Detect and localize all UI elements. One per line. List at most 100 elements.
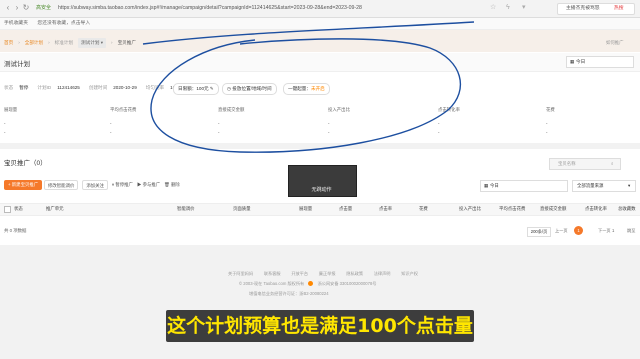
refresh-icon[interactable]: ↻ — [22, 4, 30, 12]
delete-button[interactable]: 🗑 删除 — [164, 180, 180, 190]
col-gmv[interactable]: 直接成交金额 — [540, 206, 566, 212]
col-clicks[interactable]: 点击量 — [339, 206, 352, 212]
play-icon: ▶ — [136, 182, 142, 187]
traffic-source-select[interactable]: 全部流量来源 ▾ — [572, 180, 636, 192]
oneclick-status: 未开启 — [310, 86, 325, 91]
icp-text[interactable]: 浙公网安备 33010002000078号 — [318, 281, 377, 286]
secure-badge: 高安全 — [36, 5, 52, 11]
breadcrumb-standard[interactable]: 标准计划 — [55, 38, 73, 48]
page-button[interactable]: 1 — [574, 226, 583, 235]
metric-label: 展现量 — [4, 107, 18, 112]
section-title: 宝贝推广（0） — [4, 160, 47, 167]
footer-link[interactable]: 开放平台 — [291, 271, 308, 277]
chevron-down-icon: ▾ — [628, 183, 631, 188]
browser-search[interactable]: 主播杰克被骂怒 热搜 — [557, 3, 635, 15]
batch-toolbar: 修改智能调价 添加关注 ⏸ 暂停推广 ▶ 参与推广 🗑 删除 — [44, 180, 180, 190]
page-size-select[interactable]: 200条/页 — [527, 227, 551, 237]
metric-roi: 投入产出比 - - — [328, 107, 350, 135]
created-value: 2020-10-29 — [113, 85, 137, 90]
smart-bid-button[interactable]: 修改智能调价 — [44, 180, 79, 190]
plan-header — [0, 53, 640, 72]
favorites-note[interactable]: 您还没有收藏，点击导入 — [37, 21, 90, 26]
col-cvr[interactable]: 点击转化率 — [585, 206, 607, 212]
location-label: 投放位置/地域/时间 — [232, 86, 272, 91]
col-favorites[interactable]: 总收藏数 — [618, 206, 636, 212]
plan-switcher[interactable]: 测试计划 ▾ — [78, 38, 107, 48]
date-range-select[interactable]: ▦ 今日 — [566, 56, 634, 68]
metric-label: 直接成交金额 — [218, 107, 245, 112]
calendar-icon: ▦ — [484, 183, 489, 188]
col-impressions[interactable]: 展现量 — [299, 206, 312, 212]
item-search-input[interactable]: 宝贝名称 ⌕ — [549, 158, 621, 170]
col-cost[interactable]: 花费 — [419, 206, 428, 212]
metric-value: - — [4, 121, 6, 126]
footer-link[interactable]: 法律声明 — [374, 271, 391, 277]
footer-link[interactable]: 隐私政策 — [346, 271, 363, 277]
select-all-checkbox[interactable] — [4, 206, 11, 213]
location-button[interactable]: ◷ 投放位置/地域/时间 — [222, 83, 277, 95]
favorites-bar: 手机收藏夹 您还没有收藏，点击导入 — [0, 18, 640, 30]
section-divider — [0, 143, 640, 149]
traffic-source-value: 全部流量来源 — [577, 183, 604, 188]
goto-page-input[interactable]: 1 — [612, 228, 614, 233]
next-page-button[interactable]: 下一页 — [598, 228, 611, 234]
lightning-icon[interactable]: ϟ — [506, 3, 510, 13]
metric-value: - — [110, 121, 112, 126]
metric-value: - — [438, 121, 440, 126]
col-avg-cpc[interactable]: 平均点击花费 — [499, 206, 525, 212]
col-roi[interactable]: 投入产出比 — [459, 206, 481, 212]
page-title: 测试计划 — [4, 61, 30, 68]
address-bar[interactable]: https://subway.simba.taobao.com/index.js… — [58, 3, 478, 13]
budget-label: 日限额：100元 — [178, 86, 209, 91]
add-item-button[interactable]: + 新建宝贝推广 — [4, 180, 43, 190]
metric-value: - — [546, 121, 548, 126]
delete-label: 删除 — [170, 182, 180, 187]
metric-sub: - — [546, 130, 548, 135]
col-ctr[interactable]: 点击率 — [379, 206, 392, 212]
metric-value: - — [328, 121, 330, 126]
copyright-text: © 2003-现在 Taobao.com 版权所有 — [239, 281, 305, 286]
status-value[interactable]: 暂停 — [19, 83, 28, 93]
table-date-select[interactable]: ▦ 今日 — [480, 180, 568, 192]
resume-button[interactable]: ▶ 参与推广 — [137, 180, 160, 190]
trash-icon: 🗑 — [164, 182, 170, 187]
pause-icon: ⏸ — [111, 182, 115, 187]
goto-page-label: 跳至 — [627, 228, 636, 233]
budget-button[interactable]: 日限额：100元 ✎ — [173, 83, 219, 95]
metric-sub: - — [110, 130, 112, 135]
footer-copyright: © 2003-现在 Taobao.com 版权所有 浙公网安备 33010002… — [239, 281, 376, 287]
footer-license[interactable]: 增值电信业务经营许可证：浙B2-20080224 — [249, 291, 329, 297]
prev-page-button[interactable]: 上一页 — [555, 228, 568, 234]
footer-link[interactable]: 廉正举报 — [319, 271, 336, 277]
breadcrumb-home[interactable]: 首页 — [4, 38, 13, 48]
edit-icon: ✎ — [209, 86, 214, 91]
footer-link[interactable]: 关于阿里妈妈 — [228, 271, 253, 277]
plan-switcher-label: 测试计划 — [81, 40, 100, 45]
footer-link[interactable]: 知识产权 — [401, 271, 418, 277]
col-unit: 推广单元 — [46, 206, 64, 211]
balance-label: 均匀速率 — [145, 85, 165, 90]
star-icon[interactable]: ☆ — [490, 3, 496, 13]
follow-button[interactable]: 添加关注 — [82, 180, 108, 190]
created-label: 创建时间 — [88, 85, 108, 90]
table-date-value: 今日 — [490, 183, 499, 188]
dropdown-icon[interactable]: ▾ — [522, 3, 526, 13]
oneclick-button[interactable]: 一键起量：未开启 — [283, 83, 330, 95]
calendar-icon: ▦ — [570, 59, 575, 64]
plan-id-value: 112414625 — [57, 85, 80, 90]
metric-cost: 花费 - - — [546, 107, 555, 135]
footer-links: 关于阿里妈妈 联系客服 开放平台 廉正举报 隐私政策 法律声明 知识产权 — [228, 271, 418, 277]
chevron-right-icon: › — [111, 40, 113, 45]
footer-link[interactable]: 联系客服 — [264, 271, 281, 277]
clock-icon: ◷ — [227, 86, 232, 91]
metric-label: 花费 — [546, 107, 555, 112]
pause-button[interactable]: ⏸ 暂停推广 — [112, 180, 133, 190]
back-icon[interactable]: ‹ — [4, 4, 12, 12]
favorites-label[interactable]: 手机收藏夹 — [4, 21, 28, 26]
forward-icon[interactable]: › — [13, 4, 21, 12]
toast-text: 无跳动作 — [311, 187, 332, 193]
search-icon[interactable]: ⌕ — [611, 159, 613, 169]
col-status[interactable]: 状态 — [14, 206, 23, 212]
breadcrumb-all-plans[interactable]: 全部计划 — [25, 38, 43, 48]
help-link[interactable]: 如何推广 — [606, 40, 624, 46]
